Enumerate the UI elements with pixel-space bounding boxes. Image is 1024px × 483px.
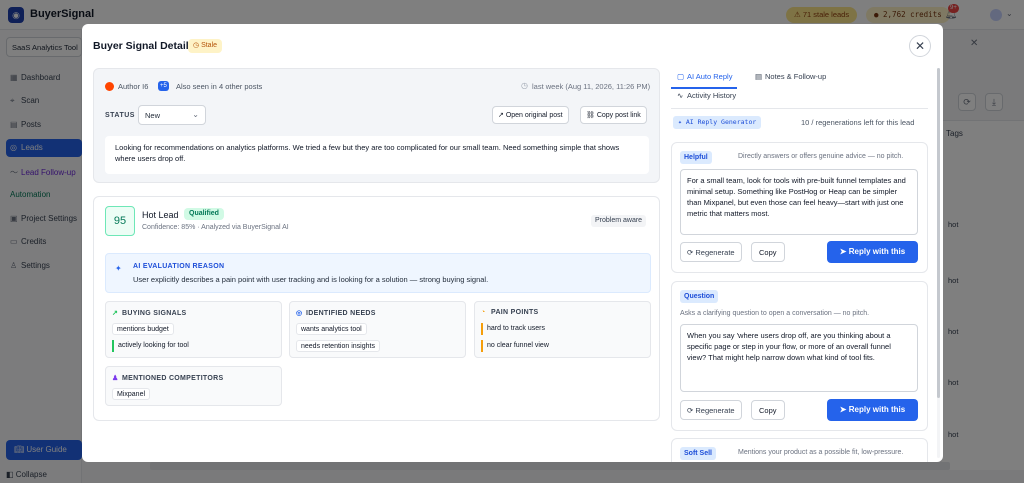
regenerations-left: 10 / regenerations left for this lead [801,118,915,127]
eval-text: User explicitly describes a pain point w… [133,275,489,284]
reply-textarea[interactable]: When you say 'where users drop off, are … [680,324,918,392]
reply-description: Mentions your product as a possible fit,… [738,449,904,456]
tab-label: Activity History [687,91,737,100]
tab-notes-follow-up[interactable]: ▤ Notes & Follow-up [755,72,826,81]
reply-card-soft-sell: Soft Sell Mentions your product as a pos… [671,438,928,462]
reply-type-badge: Question [680,290,719,303]
post-timestamp: last week (Aug 11, 2026, 11:26 PM) [532,82,651,91]
open-original-post-button[interactable]: ↗ Open original post [492,106,569,124]
competitors-title-text: MENTIONED COMPETITORS [122,375,224,382]
scrollbar-thumb[interactable] [937,68,940,398]
confidence-text: Confidence: 85% · Analyzed via BuyerSign… [142,224,289,231]
lead-type: Hot Lead [142,210,179,220]
clock-icon: ◷ [521,81,528,90]
seen-in-other-posts[interactable]: Also seen in 4 other posts [176,82,262,91]
buying-signals-box: ↗ BUYING SIGNALS mentions budget actively… [105,301,282,358]
pain-points-title: ◔ PAIN POINTS [481,309,539,316]
need-chip: wants analytics tool [296,323,367,335]
open-original-label: Open original post [505,112,563,119]
pain-point-chip: no clear funnel view [481,340,553,352]
modal-title: Buyer Signal Detail [93,40,189,52]
status-label: STATUS [105,112,135,119]
identified-needs-title-text: IDENTIFIED NEEDS [306,310,376,317]
ai-reply-generator-badge: ✦ AI Reply Generator [673,116,762,129]
eval-title: AI EVALUATION REASON [133,263,225,270]
reply-label: Reply with this [848,405,906,414]
reply-description: Asks a clarifying question to open a con… [680,310,870,317]
stale-badge: ◷ Stale [188,39,223,53]
send-icon: ➤ [839,405,849,414]
reply-card-helpful: Helpful Directly answers or offers genui… [671,142,928,273]
chevron-down-icon: ⌄ [192,110,199,119]
send-icon: ➤ [839,247,849,256]
copy-link-label: Copy post link [596,112,641,119]
regenerate-button[interactable]: ⟳ Regenerate [680,242,742,262]
notes-icon: ▤ [755,72,763,81]
trend-up-icon: ↗ [112,310,119,317]
warning-icon: ◔ [481,309,486,316]
pain-points-title-text: PAIN POINTS [491,309,539,316]
mentioned-competitors-box: ♟ MENTIONED COMPETITORS Mixpanel [105,366,282,406]
reddit-icon [105,82,114,91]
buying-signal-chip: actively looking for tool [112,340,193,352]
copy-button[interactable]: Copy [751,242,785,262]
pain-point-chip: hard to track users [481,323,549,335]
identified-needs-title: ◎ IDENTIFIED NEEDS [296,309,376,317]
buying-signals-title: ↗ BUYING SIGNALS [112,309,186,317]
post-card: Author I6 +5 Also seen in 4 other posts … [93,68,660,183]
reply-type-badge: Helpful [680,151,712,164]
close-icon[interactable]: ✕ [909,35,931,57]
regenerate-label: Regenerate [695,248,735,257]
buying-signals-title-text: BUYING SIGNALS [122,310,187,317]
buyer-signal-modal: Buyer Signal Detail ◷ Stale ✕ Author I6 … [82,24,943,462]
lead-analysis-card: 95 Hot Lead Qualified Confidence: 85% · … [93,196,660,421]
stale-badge-label: Stale [201,42,218,49]
reply-textarea[interactable]: For a small team, look for tools with pr… [680,169,918,235]
ai-evaluation-box: ✦ AI EVALUATION REASON User explicitly d… [105,253,651,293]
reply-description: Directly answers or offers genuine advic… [738,153,904,160]
qualified-badge: Qualified [184,208,224,220]
tab-activity-history[interactable]: ∿ Activity History [677,91,736,100]
need-chip: needs retention insights [296,340,380,352]
reply-label: Reply with this [848,247,906,256]
regenerate-label: Regenerate [695,406,735,415]
competitors-title: ♟ MENTIONED COMPETITORS [112,374,223,382]
external-link-icon: ↗ [498,112,506,119]
reply-with-this-button[interactable]: ➤ Reply with this [827,241,918,263]
tab-label: Notes & Follow-up [765,72,827,81]
sparkle-icon: ✦ [115,264,122,273]
users-icon: ♟ [112,375,119,382]
lead-score: 95 [105,206,135,236]
tab-label: AI Auto Reply [687,72,733,81]
competitor-chip: Mixpanel [112,388,151,400]
sparkle-icon: ✦ [678,118,686,126]
identified-needs-box: ◎ IDENTIFIED NEEDS wants analytics tool n… [289,301,466,358]
seen-count-badge: +5 [158,81,169,91]
reply-type-badge: Soft Sell [680,447,717,460]
status-value: New [145,111,161,120]
post-author: Author I6 [118,82,149,91]
buying-signal-chip: mentions budget [112,323,174,335]
active-tab-indicator [671,87,737,89]
copy-button[interactable]: Copy [751,400,785,420]
regenerate-button[interactable]: ⟳ Regenerate [680,400,742,420]
tab-ai-auto-reply[interactable]: ▢ AI Auto Reply [677,72,732,81]
stage-badge: Problem aware [591,215,647,227]
target-icon: ◎ [296,310,303,317]
activity-icon: ∿ [677,91,684,100]
tabs-divider [671,108,928,109]
reply-with-this-button[interactable]: ➤ Reply with this [827,399,918,421]
post-text: Looking for recommendations on analytics… [105,136,649,174]
generator-label: AI Reply Generator [685,118,757,126]
copy-post-link-button[interactable]: ⛓ Copy post link [580,106,647,124]
status-select[interactable]: New ⌄ [138,105,206,125]
chat-icon: ▢ [677,72,685,81]
pain-points-box: ◔ PAIN POINTS hard to track users no clea… [474,301,651,358]
link-icon: ⛓ [586,112,597,119]
reply-card-question: Question Asks a clarifying question to o… [671,281,928,431]
